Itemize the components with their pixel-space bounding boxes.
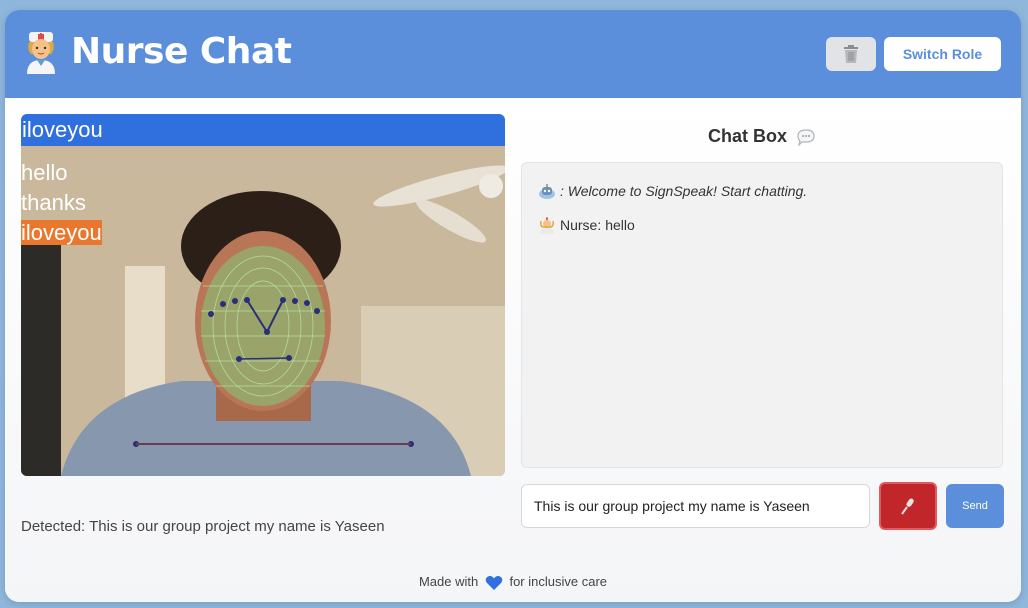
footer: Made with for inclusive care xyxy=(5,574,1021,591)
clear-chat-button[interactable] xyxy=(826,37,876,71)
gesture-list: hello thanks iloveyou xyxy=(21,158,102,248)
speech-bubble-icon xyxy=(797,129,815,147)
blue-heart-icon xyxy=(485,575,503,590)
chat-input[interactable] xyxy=(522,485,869,527)
gesture-item-active: iloveyou xyxy=(21,220,102,245)
microphone-icon xyxy=(901,498,914,515)
recognized-sign-label: iloveyou xyxy=(21,114,505,146)
microphone-button[interactable] xyxy=(879,482,937,530)
message-text: : Welcome to SignSpeak! Start chatting. xyxy=(560,183,808,199)
page-title: Nurse Chat xyxy=(71,31,292,72)
gesture-item: hello xyxy=(21,160,68,185)
trash-icon xyxy=(844,45,858,63)
header-bar: Nurse Chat Switch Role xyxy=(5,10,1021,98)
chat-message: : Welcome to SignSpeak! Start chatting. xyxy=(538,179,986,203)
detected-prefix: Detected: xyxy=(21,518,86,535)
nurse-emoji-icon xyxy=(540,217,554,234)
switch-role-button[interactable]: Switch Role xyxy=(884,37,1001,71)
detected-value: This is our group project my name is Yas… xyxy=(89,518,385,535)
app-window: Nurse Chat Switch Role iloveyou hello th… xyxy=(5,10,1021,602)
gesture-item: thanks xyxy=(21,190,86,215)
chat-input-wrapper xyxy=(521,484,870,528)
nurse-emoji-icon xyxy=(27,32,55,74)
message-sender: Nurse: xyxy=(560,217,602,233)
chat-title: Chat Box xyxy=(521,126,1003,147)
send-button[interactable]: Send xyxy=(946,484,1004,528)
chat-box[interactable]: : Welcome to SignSpeak! Start chatting. … xyxy=(521,162,1003,468)
chat-message: Nurse: hello xyxy=(538,213,986,237)
footer-prefix: Made with xyxy=(418,574,479,589)
message-text: hello xyxy=(605,217,635,233)
main-content: iloveyou hello thanks iloveyou Detected:… xyxy=(5,98,1021,602)
footer-suffix: for inclusive care xyxy=(509,574,608,589)
robot-icon xyxy=(539,184,555,199)
detected-text: Detected: This is our group project my n… xyxy=(21,518,385,535)
